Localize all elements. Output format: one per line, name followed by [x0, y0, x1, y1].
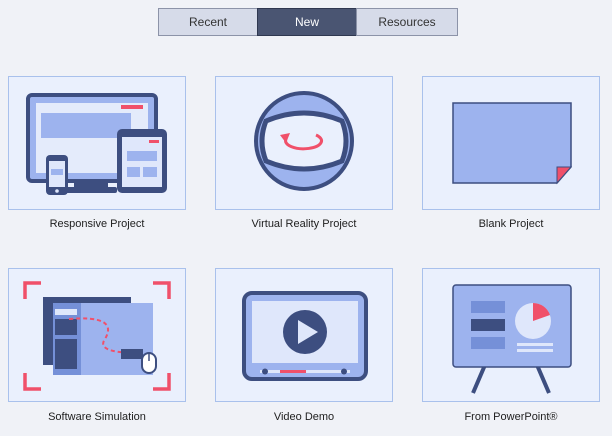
tab-recent[interactable]: Recent [158, 8, 258, 36]
from-powerpoint-label: From PowerPoint® [464, 411, 558, 423]
responsive-project-label: Responsive Project [49, 218, 145, 230]
screen-capture-icon [23, 281, 171, 391]
video-player-icon [242, 291, 368, 381]
tab-new[interactable]: New [257, 8, 357, 36]
vr-project-label: Virtual Reality Project [251, 218, 357, 230]
video-demo-label: Video Demo [273, 411, 335, 423]
vr-headset-icon [254, 91, 354, 191]
devices-icon [26, 93, 167, 195]
presentation-board-icon [452, 284, 572, 394]
blank-project-card[interactable] [422, 76, 600, 210]
responsive-project-card[interactable] [8, 76, 186, 210]
from-powerpoint-card[interactable] [422, 268, 600, 402]
video-demo-card[interactable] [215, 268, 393, 402]
blank-project-label: Blank Project [478, 218, 544, 230]
software-simulation-label: Software Simulation [48, 411, 146, 423]
tab-bar: Recent New Resources [158, 8, 458, 36]
vr-project-card[interactable] [215, 76, 393, 210]
tab-resources[interactable]: Resources [356, 8, 458, 36]
software-simulation-card[interactable] [8, 268, 186, 402]
blank-page-icon [452, 102, 573, 185]
